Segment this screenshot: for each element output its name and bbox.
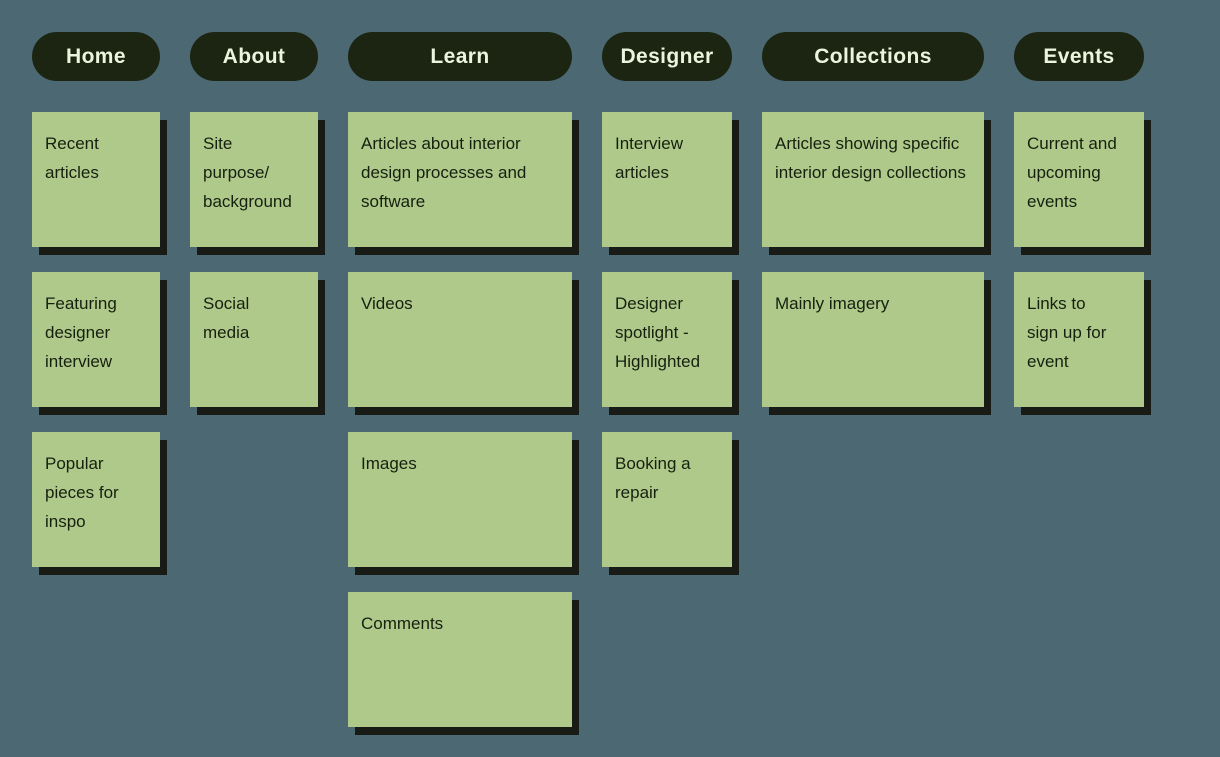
nav-pill-home[interactable]: Home [32,32,160,81]
sitemap-board: Home Recent articles Featuring designer in… [0,0,1220,757]
nav-pill-designer[interactable]: Designer [602,32,732,81]
card-body: Articles about interior design processes… [348,112,572,247]
card[interactable]: Social media [190,272,318,407]
column-about: About Site purpose/ background Social medi… [190,32,318,752]
card[interactable]: Booking a repair [602,432,732,567]
card-body: Videos [348,272,572,407]
nav-pill-about[interactable]: About [190,32,318,81]
card-label: Designer spotlight - Highlighted [615,294,701,371]
card[interactable]: Links to sign up for event [1014,272,1144,407]
card-slot-empty [32,592,160,727]
card[interactable]: Current and upcoming events [1014,112,1144,247]
card-body: Current and upcoming events [1014,112,1144,247]
card[interactable]: Videos [348,272,572,407]
card-body: Popular pieces for inspo [32,432,160,567]
card-slot-empty [1014,432,1144,567]
card-body: Mainly imagery [762,272,984,407]
card[interactable]: Interview articles [602,112,732,247]
column-learn: Learn Articles about interior design proc… [348,32,572,752]
card-slot-empty [762,592,984,727]
card[interactable]: Designer spotlight - Highlighted [602,272,732,407]
card[interactable]: Featuring designer interview [32,272,160,407]
card-label: Interview articles [615,134,684,182]
card-slot-empty [190,432,318,567]
card-body: Site purpose/ background [190,112,318,247]
card-slot-empty [602,592,732,727]
column-events: Events Current and upcoming events Links t… [1014,32,1144,752]
card-body: Links to sign up for event [1014,272,1144,407]
column-collections: Collections Articles showing specific int… [762,32,984,752]
card[interactable]: Mainly imagery [762,272,984,407]
card-body: Images [348,432,572,567]
card-slot-empty [190,592,318,727]
card-label: Site purpose/ background [203,134,292,211]
card-slot-empty [762,432,984,567]
column-designer: Designer Interview articles Designer spotl… [602,32,732,752]
card-label: Articles showing specific interior desig… [775,134,966,182]
nav-pill-collections[interactable]: Collections [762,32,984,81]
card-label: Videos [361,294,413,313]
card[interactable]: Articles about interior design processes… [348,112,572,247]
card-slot-empty [1014,592,1144,727]
card-label: Mainly imagery [775,294,890,313]
card-body: Recent articles [32,112,160,247]
card-body: Articles showing specific interior desig… [762,112,984,247]
card-body: Booking a repair [602,432,732,567]
card-label: Booking a repair [615,454,691,502]
card[interactable]: Recent articles [32,112,160,247]
card-body: Social media [190,272,318,407]
card-body: Featuring designer interview [32,272,160,407]
card[interactable]: Articles showing specific interior desig… [762,112,984,247]
card-body: Comments [348,592,572,727]
card-label: Images [361,454,417,473]
card-label: Popular pieces for inspo [45,454,119,531]
nav-pill-learn[interactable]: Learn [348,32,572,81]
card-label: Current and upcoming events [1027,134,1117,211]
card-label: Featuring designer interview [45,294,117,371]
card[interactable]: Comments [348,592,572,727]
card[interactable]: Site purpose/ background [190,112,318,247]
card-body: Designer spotlight - Highlighted [602,272,732,407]
card-label: Articles about interior design processes… [361,134,527,211]
card-label: Social media [203,294,250,342]
card-label: Comments [361,614,444,633]
card[interactable]: Images [348,432,572,567]
card-label: Recent articles [45,134,99,182]
card[interactable]: Popular pieces for inspo [32,432,160,567]
nav-pill-events[interactable]: Events [1014,32,1144,81]
card-label: Links to sign up for event [1027,294,1107,371]
card-body: Interview articles [602,112,732,247]
column-home: Home Recent articles Featuring designer in… [32,32,160,752]
